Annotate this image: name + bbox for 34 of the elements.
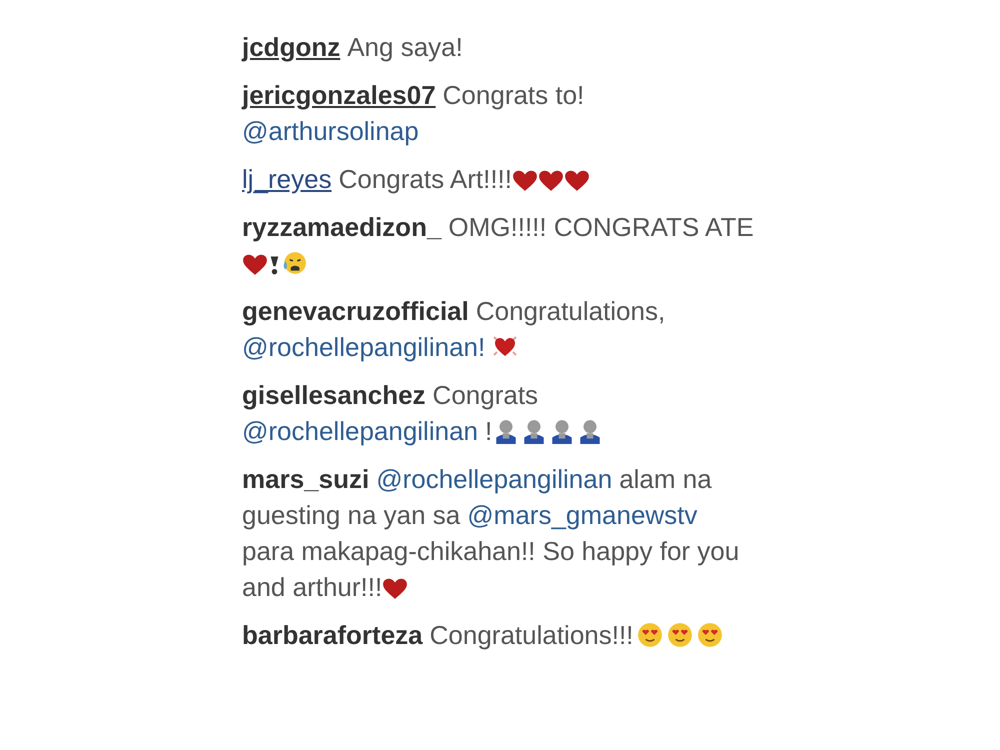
heart-eyes-face-icon [667, 622, 694, 648]
comment-text: Ang saya! [347, 32, 463, 62]
username-link[interactable]: mars_suzi [242, 464, 370, 494]
username-link[interactable]: jcdgonz [242, 32, 340, 62]
username-link[interactable]: genevacruzofficial [242, 296, 469, 326]
mention-link[interactable]: @rochellepangilinan [242, 416, 478, 446]
heart-icon [564, 168, 590, 192]
heart-icon [382, 576, 408, 600]
comment-text: alam na [619, 464, 712, 494]
crying-face-icon [281, 250, 307, 276]
mention-link[interactable]: @rochellepangilinan [376, 464, 612, 494]
heart-eyes-face-icon [637, 622, 664, 648]
comment-text: Congrats [432, 380, 538, 410]
heart-eyes-face-icon [697, 622, 724, 648]
comment-text: Congratulations, [476, 296, 666, 326]
mention-link[interactable]: @rochellepangilinan! [242, 332, 486, 362]
username-link[interactable]: lj_reyes [242, 164, 332, 194]
comment-text: Congratulations!!! [430, 620, 634, 650]
username-link[interactable]: barbaraforteza [242, 620, 423, 650]
username-link[interactable]: gisellesanchez [242, 380, 426, 410]
username-link[interactable]: jericgonzales07 [242, 80, 436, 110]
mention-link[interactable]: @arthursolinap [242, 116, 419, 146]
comment-text: guesting na yan sa [242, 500, 460, 530]
heart-icon [242, 252, 268, 276]
heart-icon [538, 168, 564, 192]
comment-text: Congrats Art!!!! [338, 164, 512, 194]
heart-icon [512, 168, 538, 192]
comment-text: Congrats to! [442, 80, 584, 110]
comment-text: ! [485, 416, 492, 446]
mention-link[interactable]: @mars_gmanewstv [467, 500, 698, 530]
comment-text: OMG!!!!! CONGRATS ATE [448, 212, 754, 242]
comment-text: and arthur!!! [242, 572, 382, 602]
username-link[interactable]: ryzzamaedizon_ [242, 212, 442, 242]
comment-text: para makapag-chikahan!! So happy for you [242, 536, 740, 566]
